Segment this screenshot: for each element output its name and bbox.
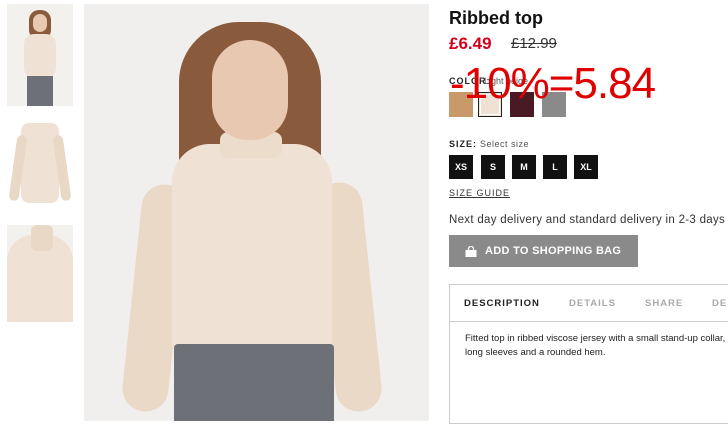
size-xl-button[interactable]: XL [574,155,598,179]
tabs-row: DESCRIPTION DETAILS SHARE DE [450,285,728,322]
size-placeholder: Select size [480,139,530,149]
tab-more[interactable]: DE [712,298,727,309]
thumbnail-1[interactable] [7,4,73,106]
thumbnail-2[interactable] [7,117,73,210]
size-l-button[interactable]: L [543,155,567,179]
main-product-image [84,4,429,421]
size-s-button[interactable]: S [481,155,505,179]
tab-details[interactable]: DETAILS [569,298,616,309]
size-m-button[interactable]: M [512,155,536,179]
sale-price: £6.49 [449,34,492,53]
price-annotation: -10%=5.84 [450,59,656,108]
description-text: Fitted top in ribbed viscose jersey with… [465,333,726,358]
thumbnail-3[interactable] [7,225,73,322]
size-label: SIZE: [449,139,478,149]
size-guide-link[interactable]: SIZE GUIDE [449,188,510,198]
add-to-bag-button[interactable]: ADD TO SHOPPING BAG [449,235,638,267]
product-title: Ribbed top [449,8,543,28]
original-price: £12.99 [511,35,557,52]
shopping-bag-icon [465,245,477,257]
tab-description[interactable]: DESCRIPTION [464,298,540,309]
delivery-info: Next day delivery and standard delivery … [449,214,726,226]
add-to-bag-label: ADD TO SHOPPING BAG [485,245,622,257]
tab-share[interactable]: SHARE [645,298,683,309]
size-xs-button[interactable]: XS [449,155,473,179]
product-info-panel: DESCRIPTION DETAILS SHARE DE Fitted top … [449,284,728,424]
